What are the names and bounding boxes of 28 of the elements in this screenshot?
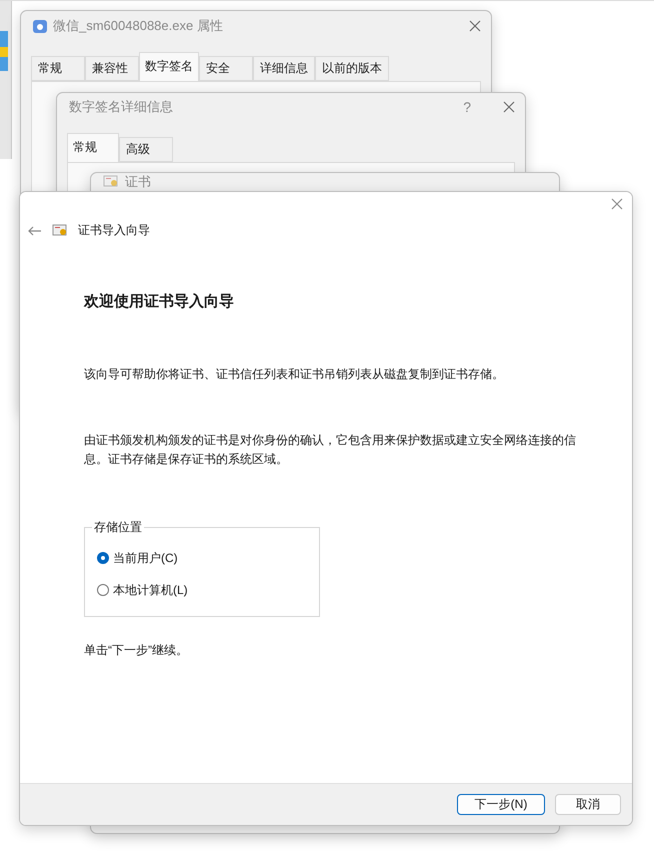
radio-option[interactable]: 本地计算机(L) (97, 574, 307, 606)
certificate-icon (103, 174, 119, 190)
description-text: 该向导可帮助你将证书、证书信任列表和证书吊销列表从磁盘复制到证书存储。 (84, 366, 505, 383)
app-icon (33, 19, 47, 33)
back-arrow-icon[interactable] (28, 226, 42, 236)
wizard-heading: 欢迎使用证书导入向导 (84, 292, 235, 311)
tab[interactable]: 详细信息 (253, 56, 315, 81)
tab[interactable]: 以前的版本 (315, 56, 389, 81)
tab[interactable]: 安全 (199, 56, 253, 81)
tab[interactable]: 常规 (67, 133, 119, 162)
close-icon[interactable] (503, 101, 515, 113)
tab[interactable]: 高级 (119, 137, 173, 162)
window-title: 证书 (125, 173, 152, 190)
wizard-title: 证书导入向导 (78, 222, 150, 239)
window-title: 数字签名详细信息 (69, 98, 174, 116)
cancel-button[interactable]: 取消 (555, 794, 621, 815)
description-text: 由证书颁发机构颁发的证书是对你身份的确认，它包含用来保护数据或建立安全网络连接的信息。证书存储是保存证书的系统区域。 (84, 432, 577, 468)
tab[interactable]: 兼容性 (85, 56, 139, 81)
group-label: 存储位置 (93, 519, 143, 536)
radio-option[interactable]: 当前用户(C) (97, 542, 307, 574)
certificate-icon (52, 222, 68, 238)
hint-text: 单击“下一步”继续。 (84, 642, 189, 659)
close-icon[interactable] (469, 20, 481, 32)
tab[interactable]: 常规 (31, 56, 85, 81)
next-button[interactable]: 下一步(N) (457, 794, 545, 815)
tab[interactable]: 数字签名 (139, 52, 199, 81)
window-title: 微信_sm60048088e.exe 属性 (53, 17, 224, 35)
close-icon[interactable] (611, 198, 623, 210)
